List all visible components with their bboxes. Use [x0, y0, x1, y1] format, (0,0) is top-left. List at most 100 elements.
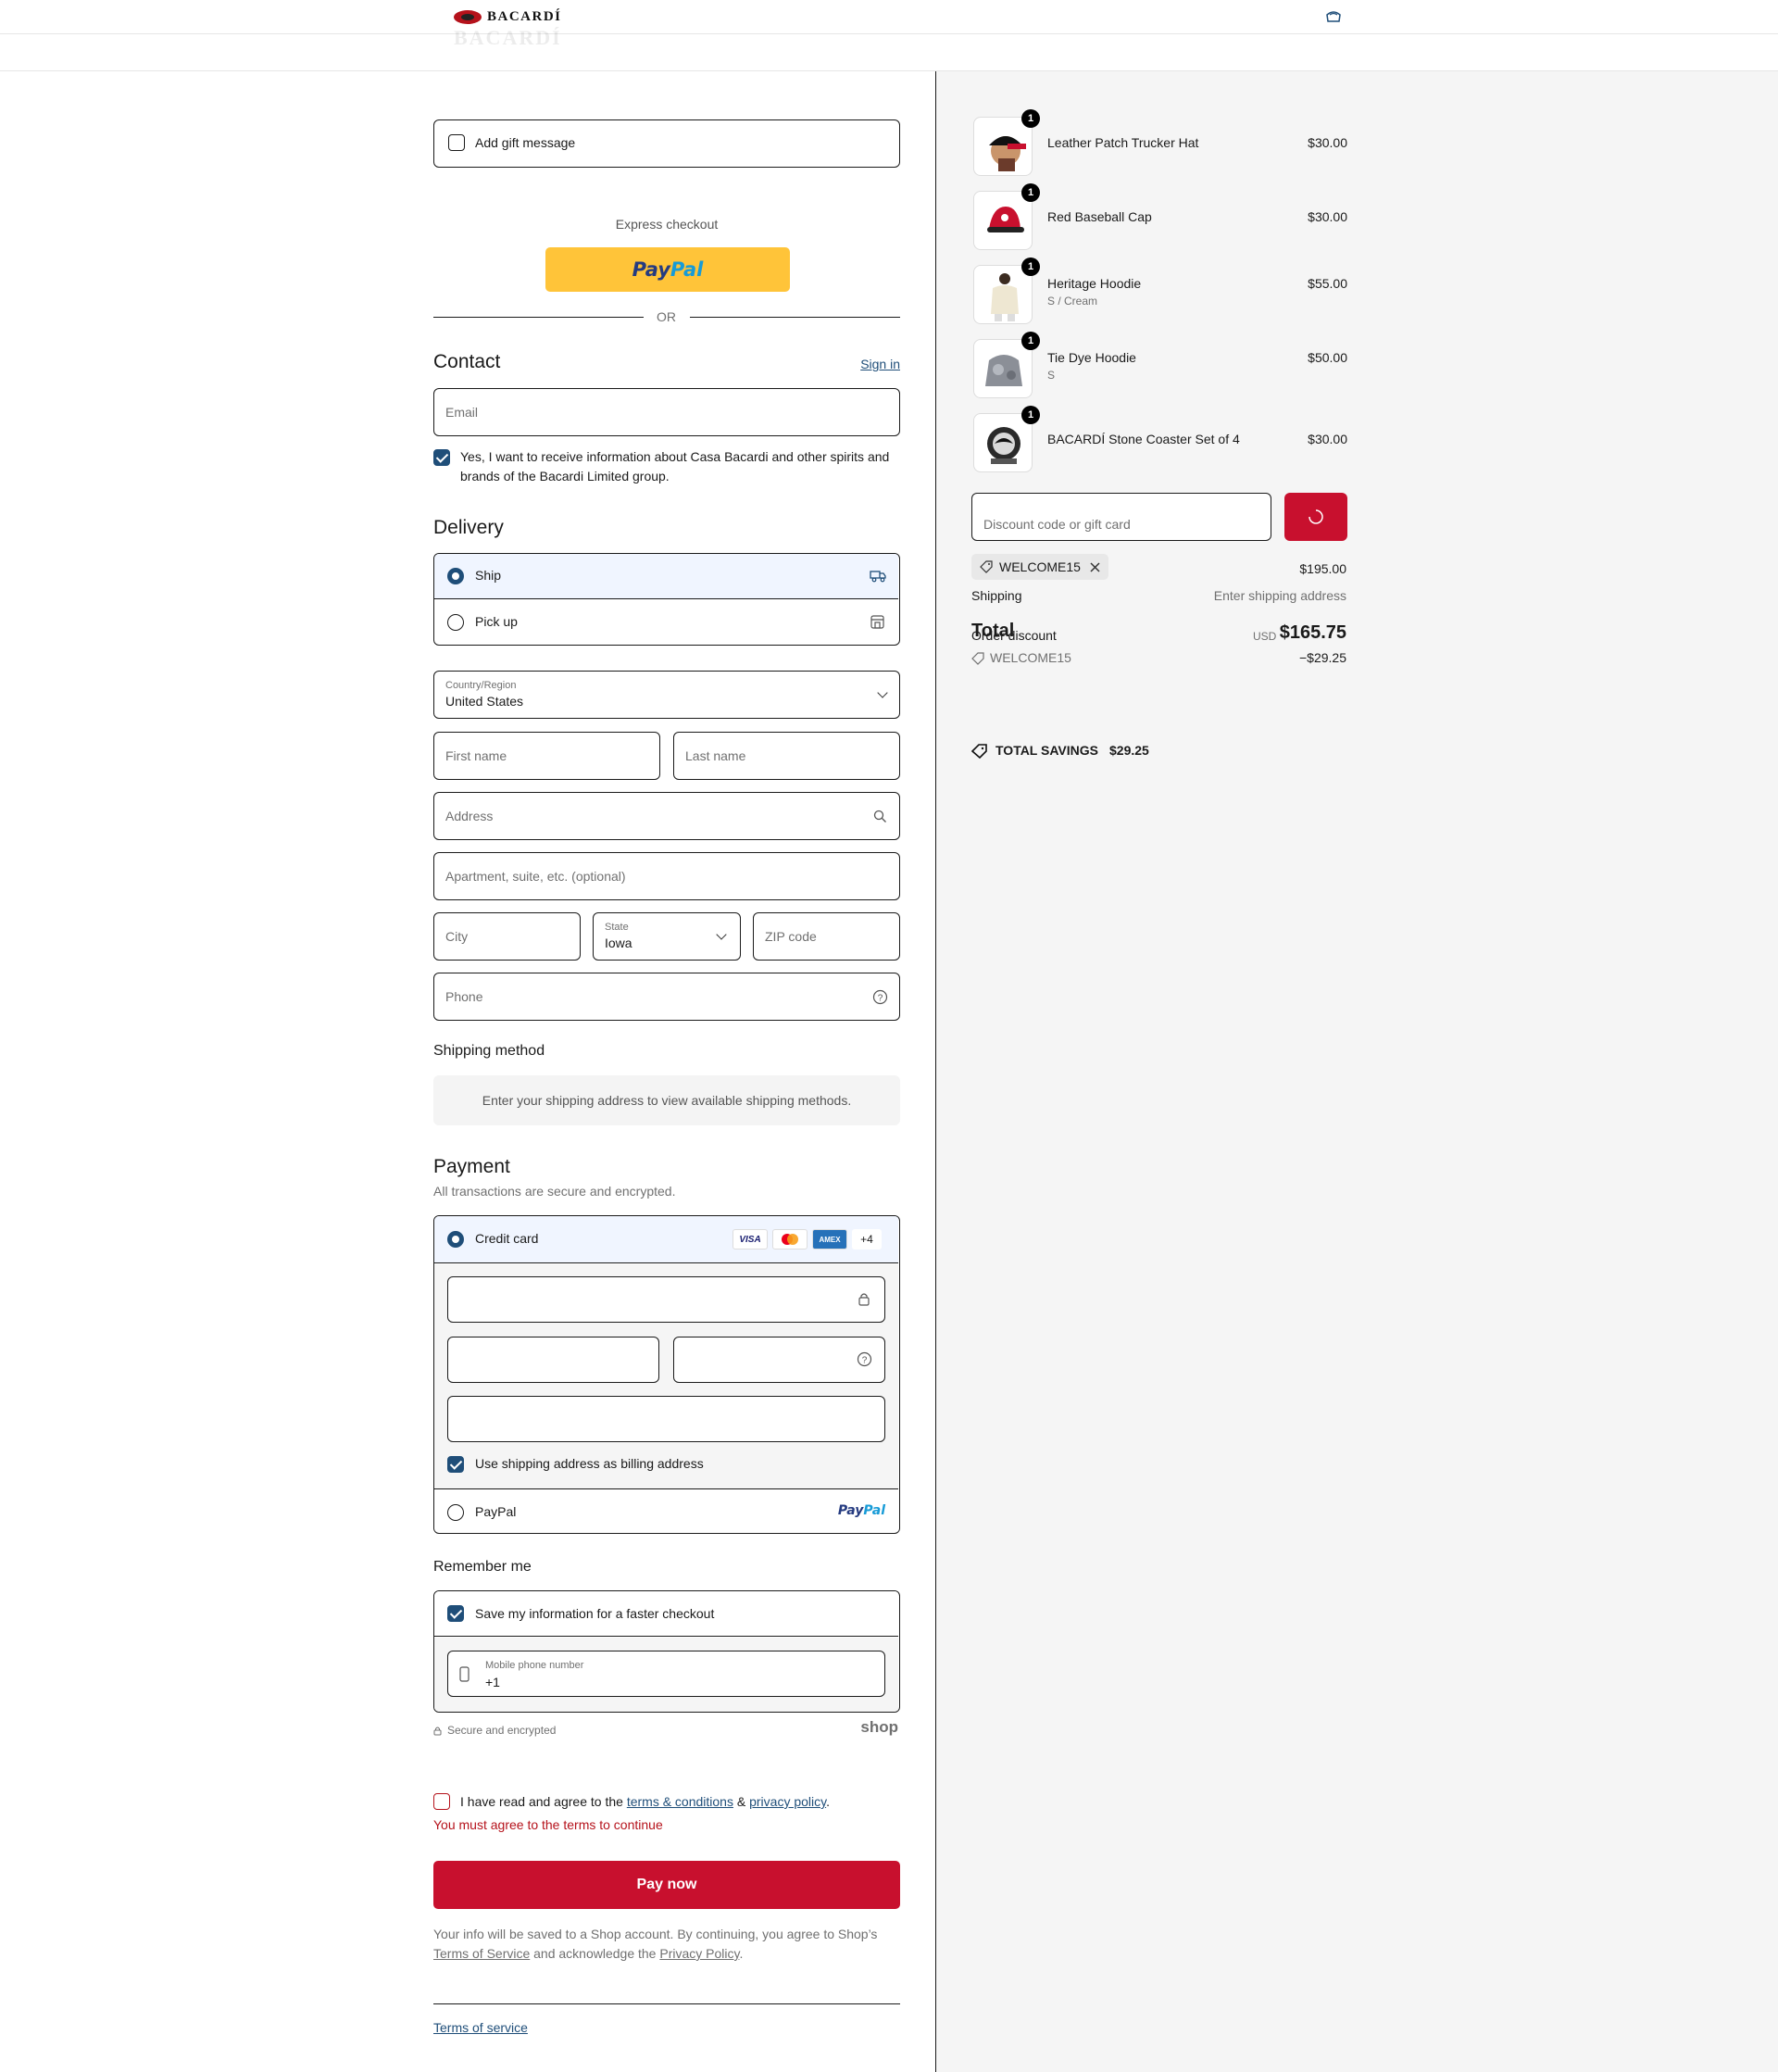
item-price: $30.00 — [1308, 432, 1347, 446]
help-icon[interactable]: ? — [872, 989, 888, 1005]
shop-privacy-link[interactable]: Privacy Policy — [659, 1946, 739, 1961]
product-thumbnail — [973, 413, 1033, 472]
name-on-card-field[interactable] — [447, 1396, 885, 1442]
marketing-checkbox[interactable] — [433, 449, 450, 466]
delivery-heading: Delivery — [433, 517, 504, 538]
terms-checkbox[interactable] — [433, 1793, 450, 1810]
total-savings-label: TOTAL SAVINGS — [995, 743, 1098, 758]
order-summary: 1 Leather Patch Trucker Hat $30.00 1 Red… — [935, 71, 1778, 2072]
paypal-option[interactable]: PayPal PayPal — [434, 1490, 898, 1533]
quantity-badge: 1 — [1021, 406, 1040, 424]
item-name: Leather Patch Trucker Hat — [1047, 135, 1199, 150]
first-name-field[interactable]: First name — [433, 732, 660, 780]
bag-icon[interactable] — [1324, 10, 1343, 23]
shipping-label: Shipping — [971, 588, 1022, 603]
ship-radio[interactable] — [447, 568, 464, 584]
mobile-phone-field[interactable]: Mobile phone number +1 — [447, 1651, 885, 1697]
billing-same-checkbox[interactable] — [447, 1456, 464, 1473]
address-field[interactable]: Address — [433, 792, 900, 840]
visa-icon: VISA — [732, 1229, 768, 1249]
spinner-icon — [1308, 509, 1323, 524]
item-name: Heritage Hoodie — [1047, 276, 1142, 291]
state-select[interactable]: State Iowa — [593, 912, 741, 961]
mastercard-icon — [772, 1229, 808, 1249]
state-label: State — [605, 922, 629, 933]
express-checkout-title: Express checkout — [615, 217, 719, 232]
paypal-label: PayPal — [475, 1504, 517, 1519]
email-field[interactable]: Email — [433, 388, 900, 436]
contact-heading: Contact — [433, 351, 501, 372]
paypal-logo: PayPal — [837, 1503, 885, 1518]
pickup-radio[interactable] — [447, 614, 464, 631]
shipping-method-note: Enter your shipping address to view avai… — [482, 1093, 852, 1108]
gift-message-checkbox[interactable] — [448, 134, 465, 151]
remember-me-group: Save my information for a faster checkou… — [433, 1590, 900, 1713]
save-info-option[interactable]: Save my information for a faster checkou… — [434, 1591, 898, 1637]
item-price: $30.00 — [1308, 209, 1347, 224]
shop-terms-link[interactable]: Terms of Service — [433, 1946, 530, 1961]
subtotal-value: $195.00 — [1299, 561, 1346, 576]
applied-discount-tag: WELCOME15 — [971, 554, 1108, 580]
shop-notice-line1: Your info will be saved to a Shop accoun… — [433, 1927, 878, 1941]
save-info-checkbox[interactable] — [447, 1605, 464, 1622]
credit-card-label: Credit card — [475, 1231, 539, 1246]
privacy-link[interactable]: privacy policy — [749, 1794, 826, 1809]
shipping-method-heading: Shipping method — [433, 1043, 545, 1059]
terms-link[interactable]: terms & conditions — [627, 1794, 733, 1809]
zip-field[interactable]: ZIP code — [753, 912, 900, 961]
line-item: 1 BACARDÍ Stone Coaster Set of 4 $30.00 — [973, 406, 1347, 472]
gift-message-label: Add gift message — [475, 135, 576, 150]
discount-value: −$29.25 — [1299, 650, 1346, 665]
brand-logo[interactable]: BACARDÍ — [454, 9, 562, 25]
coaster-image — [987, 427, 1020, 464]
apply-discount-button[interactable] — [1284, 493, 1347, 541]
sign-in-link[interactable]: Sign in — [860, 357, 900, 371]
pay-now-button[interactable]: Pay now — [433, 1861, 900, 1909]
last-name-placeholder: Last name — [685, 748, 746, 763]
paypal-express-button[interactable]: PayPal — [545, 247, 790, 292]
terms-of-service-link[interactable]: Terms of service — [433, 2020, 528, 2035]
apartment-field[interactable]: Apartment, suite, etc. (optional) — [433, 852, 900, 900]
country-select[interactable]: Country/Region United States — [433, 671, 900, 719]
paypal-logo: PayPal — [632, 258, 704, 281]
footer-divider — [433, 2003, 900, 2004]
apartment-placeholder: Apartment, suite, etc. (optional) — [445, 869, 626, 884]
tag-icon — [971, 652, 984, 665]
first-name-placeholder: First name — [445, 748, 507, 763]
total-value: $165.75 — [1279, 622, 1346, 643]
expiration-field[interactable] — [447, 1337, 659, 1383]
item-price: $55.00 — [1308, 276, 1347, 291]
pickup-option[interactable]: Pick up — [434, 600, 898, 645]
terms-text: I have read and agree to the terms & con… — [460, 1794, 830, 1809]
item-name: Tie Dye Hoodie — [1047, 350, 1136, 365]
last-name-field[interactable]: Last name — [673, 732, 900, 780]
order-discount-label: Order discount — [971, 628, 1057, 643]
card-details-panel: ? Use shipping address as billing addres… — [434, 1264, 898, 1489]
quantity-badge: 1 — [1021, 183, 1040, 202]
ship-option[interactable]: Ship — [434, 554, 898, 599]
shipping-method-notice: Enter your shipping address to view avai… — [433, 1075, 900, 1125]
gift-message-option[interactable]: Add gift message — [433, 119, 900, 168]
store-icon — [870, 615, 884, 629]
item-name: Red Baseball Cap — [1047, 209, 1152, 224]
address-placeholder: Address — [445, 809, 494, 823]
credit-card-option[interactable]: Credit card VISA AMEX +4 — [434, 1216, 898, 1263]
discount-placeholder: Discount code or gift card — [983, 517, 1131, 532]
or-label: OR — [657, 309, 676, 324]
line-item: 1 Red Baseball Cap $30.00 — [973, 183, 1347, 250]
phone-placeholder: Phone — [445, 989, 483, 1004]
city-placeholder: City — [445, 929, 469, 944]
email-placeholder: Email — [445, 405, 479, 420]
discount-code-input[interactable]: Discount code or gift card — [971, 493, 1271, 541]
close-icon[interactable] — [1090, 562, 1100, 572]
city-field[interactable]: City — [433, 912, 581, 961]
paypal-radio[interactable] — [447, 1504, 464, 1521]
credit-card-radio[interactable] — [447, 1231, 464, 1248]
help-icon[interactable]: ? — [857, 1351, 872, 1367]
svg-text:?: ? — [862, 1356, 868, 1366]
red-cap-image — [987, 207, 1024, 232]
phone-field[interactable]: Phone ? — [433, 973, 900, 1021]
shipping-value: Enter shipping address — [1213, 588, 1346, 603]
security-code-field[interactable]: ? — [673, 1337, 885, 1383]
card-number-field[interactable] — [447, 1276, 885, 1323]
